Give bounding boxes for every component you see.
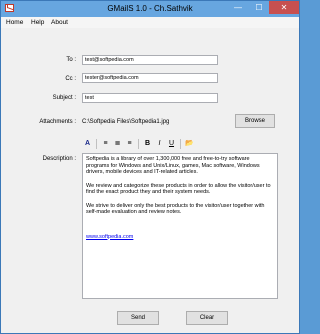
clear-button[interactable]: Clear <box>186 311 228 325</box>
open-folder-icon[interactable]: 📂 <box>184 138 195 150</box>
close-button[interactable]: ✕ <box>269 1 299 14</box>
main-window: GMailS 1.0 - Ch.Sathvik — ☐ ✕ Home Help … <box>0 0 300 334</box>
cc-field[interactable] <box>82 73 218 83</box>
formatting-toolbar: A ≡ ≣ ≡ B I U 📂 <box>82 138 248 152</box>
send-button[interactable]: Send <box>117 311 159 325</box>
align-right-icon[interactable]: ≡ <box>124 138 135 150</box>
toolbar-separator <box>96 139 97 149</box>
title-bar[interactable]: GMailS 1.0 - Ch.Sathvik — ☐ ✕ <box>1 1 299 17</box>
description-paragraph: Softpedia is a library of over 1,300,000… <box>86 156 260 175</box>
description-paragraph: We review and categorize these products … <box>86 182 271 196</box>
cc-label: Cc : <box>65 76 76 82</box>
minimize-button[interactable]: — <box>227 1 249 14</box>
attachment-path: C:\Softpedia Files\Softpedia1.jpg <box>82 119 170 125</box>
description-link[interactable]: www.softpedia.com <box>86 234 274 241</box>
description-editor[interactable]: Softpedia is a library of over 1,300,000… <box>82 153 278 299</box>
to-field[interactable] <box>82 55 218 65</box>
align-center-icon[interactable]: ≣ <box>112 138 123 150</box>
browse-button[interactable]: Browse <box>235 114 275 128</box>
to-label: To : <box>66 57 76 63</box>
align-left-icon[interactable]: ≡ <box>100 138 111 150</box>
description-paragraph: We strive to deliver only the best produ… <box>86 202 265 216</box>
italic-icon[interactable]: I <box>154 138 165 150</box>
underline-icon[interactable]: U <box>166 138 177 150</box>
menu-help[interactable]: Help <box>31 19 44 26</box>
bold-icon[interactable]: B <box>142 138 153 150</box>
description-label: Description : <box>42 156 76 162</box>
toolbar-separator <box>138 139 139 149</box>
maximize-button[interactable]: ☐ <box>249 1 269 14</box>
menu-bar: Home Help About <box>1 17 299 28</box>
attachments-label: Attachments : <box>39 119 76 125</box>
menu-home[interactable]: Home <box>6 19 23 26</box>
subject-field[interactable] <box>82 93 218 103</box>
font-icon[interactable]: A <box>82 138 93 150</box>
menu-about[interactable]: About <box>51 19 68 26</box>
subject-label: Subject : <box>52 95 76 101</box>
toolbar-separator <box>180 139 181 149</box>
